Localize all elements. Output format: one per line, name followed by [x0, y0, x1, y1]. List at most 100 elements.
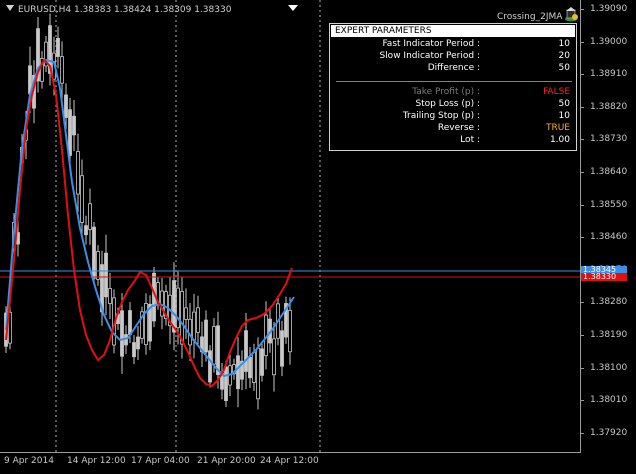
price-label: 1.38100: [590, 362, 628, 373]
param-row-reverse: Reverse : TRUE: [330, 122, 576, 134]
price-tick: [580, 106, 584, 108]
param-value: TRUE: [545, 123, 570, 133]
price-tick: [580, 367, 584, 369]
expert-name: Crossing_2JMA: [497, 12, 563, 22]
price-label: 1.37920: [590, 427, 628, 438]
candle-body: [72, 115, 76, 136]
price-tick: [580, 172, 584, 173]
time-label: 21 Apr 20:00: [197, 456, 256, 466]
red-price-tag: 1.38330: [581, 273, 627, 281]
time-label: 14 Apr 12:00: [67, 456, 126, 466]
candle-body: [212, 326, 216, 365]
candle-body: [184, 307, 188, 320]
candle-body: [120, 310, 124, 357]
candle-body: [260, 348, 264, 376]
param-label: Difference :: [427, 63, 480, 73]
price-tick: [580, 41, 584, 43]
param-value: 10: [558, 111, 570, 121]
price-tick: [580, 432, 584, 434]
price-label: 1.38910: [590, 69, 628, 80]
price-label: 1.38280: [590, 297, 628, 308]
price-tick: [580, 9, 584, 10]
candle-body: [104, 252, 108, 298]
candle-body: [208, 350, 212, 383]
candle-body: [176, 287, 180, 329]
candle-body: [64, 94, 68, 118]
candle-body: [180, 291, 184, 345]
panel-separator: [336, 81, 572, 82]
candle-body: [204, 319, 208, 353]
param-row-take-profit: Take Profit (p) : FALSE: [330, 86, 576, 98]
price-tick: [580, 400, 584, 402]
param-row-difference: Difference : 50: [330, 62, 576, 74]
candle-body: [288, 309, 292, 353]
price-tick: [580, 204, 584, 206]
price-label: 1.38460: [590, 232, 628, 243]
param-value: 20: [558, 51, 570, 61]
param-label: Reverse :: [437, 123, 480, 133]
param-label: Trailing Stop (p) :: [402, 111, 480, 121]
candle-body: [132, 342, 136, 358]
time-label: 9 Apr 2014: [4, 456, 54, 466]
price-tick: [580, 237, 584, 239]
param-value: 50: [558, 63, 570, 73]
price-tick: [580, 139, 584, 141]
price-label: 1.38640: [590, 167, 628, 177]
candle-body: [196, 307, 200, 333]
time-axis[interactable]: [0, 452, 581, 453]
candle-body: [76, 151, 80, 195]
candle-body: [128, 310, 132, 335]
param-label: Stop Loss (p) :: [415, 99, 480, 109]
price-label: 1.39090: [590, 4, 628, 14]
candlestick-group: [4, 13, 292, 410]
candle-body: [192, 311, 196, 341]
candle-body: [236, 355, 240, 390]
param-row-stop-loss: Stop Loss (p) : 50: [330, 98, 576, 110]
price-label: 1.39000: [590, 36, 628, 47]
symbol-header: EURUSD,H4 1.38383 1.38424 1.38309 1.3833…: [6, 5, 231, 15]
candle-body: [280, 330, 284, 367]
param-label: Fast Indicator Period :: [382, 39, 480, 49]
param-row-lot: Lot : 1.00: [330, 134, 576, 146]
param-value: 10: [558, 39, 570, 49]
candle-body: [108, 288, 112, 304]
candle-body: [136, 336, 140, 350]
param-label: Slow Indicator Period :: [379, 51, 480, 61]
candle-body: [248, 356, 252, 379]
symbol-quote: EURUSD,H4 1.38383 1.38424 1.38309 1.3833…: [18, 5, 232, 15]
param-label: Take Profit (p) :: [412, 87, 480, 97]
price-label: 1.38550: [590, 199, 628, 210]
candle-body: [224, 366, 228, 401]
panel-title: EXPERT PARAMETERS: [331, 25, 575, 37]
param-row-fast-period: Fast Indicator Period : 10: [330, 38, 576, 50]
param-row-slow-period: Slow Indicator Period : 20: [330, 50, 576, 62]
price-tick: [580, 302, 584, 304]
candle-body: [80, 175, 84, 223]
price-axis[interactable]: [580, 0, 581, 452]
param-value: FALSE: [543, 87, 570, 97]
param-label: Lot :: [460, 135, 480, 145]
time-label: 24 Apr 12:00: [260, 456, 319, 466]
time-label: 17 Apr 04:00: [131, 456, 190, 466]
candle-body: [252, 351, 256, 383]
candle-body: [84, 225, 88, 236]
candle-body: [60, 56, 64, 84]
param-row-trailing-stop: Trailing Stop (p) : 10: [330, 110, 576, 122]
candle-body: [256, 347, 260, 400]
expert-hat-icon[interactable]: [563, 6, 579, 22]
price-tick: [580, 74, 584, 76]
price-label: 1.38730: [590, 134, 628, 145]
price-label: 1.38190: [590, 330, 628, 340]
price-tick: [580, 335, 584, 336]
caret-down-icon: [6, 5, 14, 11]
candle-body: [56, 38, 60, 57]
candle-body: [244, 330, 248, 372]
price-label: 1.38820: [590, 101, 628, 112]
expert-parameters-panel: EXPERT PARAMETERS Fast Indicator Period …: [329, 23, 577, 151]
price-chart[interactable]: EURUSD,H4 1.38383 1.38424 1.38309 1.3833…: [0, 0, 636, 474]
chart-shift-marker-icon[interactable]: [288, 5, 298, 11]
param-value: 50: [558, 99, 570, 109]
candle-body: [88, 203, 92, 230]
candle-body: [272, 338, 276, 376]
param-value: 1.00: [549, 135, 570, 145]
